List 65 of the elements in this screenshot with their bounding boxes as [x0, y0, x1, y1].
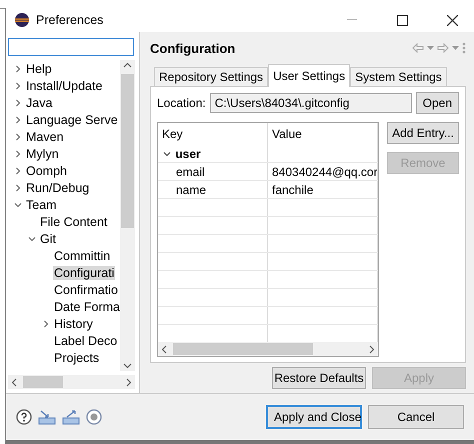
chevron-right-icon[interactable] — [42, 320, 50, 328]
tree-item[interactable]: Mylyn — [25, 146, 60, 160]
table-cell: fanchile — [272, 182, 314, 196]
tree-item[interactable]: Oomph — [25, 164, 68, 178]
chevron-right-icon[interactable] — [14, 98, 22, 106]
vertical-scrollbar[interactable] — [120, 60, 135, 371]
help-icon[interactable] — [16, 409, 32, 425]
tree-item[interactable]: Git — [39, 232, 57, 246]
tab[interactable]: Repository Settings — [154, 67, 268, 86]
window-title: Preferences — [36, 13, 104, 27]
chevron-right-icon[interactable] — [14, 166, 22, 174]
import-icon[interactable] — [38, 409, 56, 425]
horizontal-scrollbar[interactable] — [158, 342, 378, 356]
chevron-down-icon[interactable] — [162, 150, 172, 158]
chevron-down-icon[interactable] — [14, 200, 22, 208]
column-header: Value — [272, 127, 302, 141]
table-cell: 840340244@qq.cor — [272, 164, 377, 178]
location-field[interactable]: C:\Users\84034\.gitconfig — [210, 93, 412, 113]
table-cell: user — [175, 146, 201, 160]
tree-item[interactable]: History — [53, 316, 94, 330]
tree-item[interactable]: Configurati — [53, 266, 116, 280]
tree-item[interactable]: Language Serve — [25, 112, 119, 126]
chevron-right-icon[interactable] — [14, 82, 22, 90]
maximize-icon[interactable] — [396, 14, 408, 26]
chevron-down-icon[interactable] — [28, 234, 36, 242]
tree-item[interactable]: File Content — [39, 214, 108, 228]
location-label: Location: — [157, 96, 206, 110]
tree-item[interactable]: Confirmatio — [53, 282, 119, 296]
tree-item[interactable]: Maven — [25, 130, 65, 144]
tree-item[interactable]: Date Forma — [53, 300, 120, 314]
tree-item[interactable]: Projects — [53, 350, 100, 364]
chevron-right-icon[interactable] — [14, 184, 22, 192]
chevron-right-icon[interactable] — [14, 116, 22, 124]
scroll-left-icon[interactable] — [161, 344, 167, 354]
record-icon[interactable] — [86, 409, 102, 425]
horizontal-scrollbar[interactable] — [8, 375, 135, 389]
scroll-right-icon[interactable] — [126, 378, 132, 386]
tab[interactable]: User Settings — [268, 64, 350, 87]
close-icon[interactable] — [446, 14, 458, 26]
chevron-right-icon[interactable] — [14, 150, 22, 158]
tree-item[interactable]: Install/Update — [25, 78, 104, 92]
chevron-right-icon[interactable] — [14, 64, 22, 72]
tree-item[interactable]: Team — [25, 198, 58, 212]
tree-item[interactable]: Java — [25, 96, 54, 110]
scroll-down-icon[interactable] — [123, 363, 132, 369]
dialog-button[interactable]: Cancel — [368, 405, 464, 429]
scroll-up-icon[interactable] — [123, 62, 132, 68]
filter-field[interactable] — [8, 38, 134, 56]
app-icon — [14, 12, 30, 28]
button[interactable]: Restore Defaults — [272, 367, 366, 389]
table-cell: email — [176, 164, 205, 178]
button[interactable]: Add Entry... — [387, 122, 459, 144]
page-title: Configuration — [150, 40, 236, 56]
tree-item[interactable]: Committin — [53, 248, 112, 262]
tree-item[interactable]: Help — [25, 62, 53, 76]
export-icon[interactable] — [62, 409, 80, 425]
scroll-left-icon[interactable] — [11, 378, 17, 386]
chevron-right-icon[interactable] — [14, 132, 22, 140]
tree-item[interactable]: Label Deco — [53, 334, 118, 348]
tab[interactable]: System Settings — [350, 67, 447, 86]
table-cell: name — [176, 182, 206, 196]
column-header: Key — [162, 127, 183, 141]
open-button[interactable]: Open — [416, 92, 459, 114]
tree-item[interactable]: Run/Debug — [25, 180, 90, 194]
scroll-right-icon[interactable] — [369, 344, 375, 354]
